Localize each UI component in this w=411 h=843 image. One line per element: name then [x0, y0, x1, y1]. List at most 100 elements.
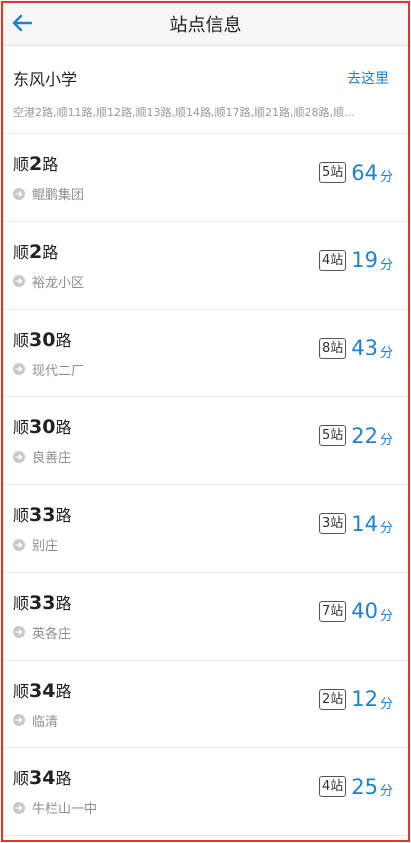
stops-badge: 2站 — [318, 688, 347, 710]
destination-label: 鲲鹏集团 — [32, 188, 85, 203]
route-destination: 英各庄 — [13, 623, 71, 642]
route-name: 顺34路 — [13, 678, 71, 702]
arrival-row[interactable]: 顺30路 良善庄 5站 22 分 — [0, 397, 411, 485]
eta-minutes: 12 — [351, 687, 378, 711]
arrival-row[interactable]: 顺33路 英各庄 7站 40 分 — [0, 572, 411, 661]
route-prefix: 顺 — [13, 769, 30, 789]
route-suffix: 路 — [55, 593, 72, 613]
stop-name: 东风小学 — [13, 70, 78, 89]
route-prefix: 顺 — [13, 330, 30, 350]
arrival-list: 顺2路 鲲鹏集团 5站 64 分 顺2路 裕龙小区 4站 19 分 顺30路 现… — [0, 134, 411, 836]
route-number: 33 — [29, 591, 56, 614]
stops-badge: 7站 — [318, 600, 347, 622]
stops-badge: 4站 — [318, 776, 347, 798]
arrival-row[interactable]: 顺34路 临清 2站 12 分 — [0, 660, 411, 749]
route-name: 顺33路 — [13, 590, 71, 614]
eta: 4站 25 分 — [318, 774, 393, 800]
eta: 5站 64 分 — [318, 160, 393, 185]
route-number: 34 — [29, 679, 56, 702]
route-name: 顺30路 — [13, 327, 71, 351]
direction-arrow-icon — [13, 450, 25, 463]
route-suffix: 路 — [42, 155, 59, 174]
route-destination: 良善庄 — [13, 447, 71, 466]
arrival-row[interactable]: 顺2路 鲲鹏集团 5站 64 分 — [0, 134, 411, 222]
eta-minutes: 14 — [351, 511, 378, 536]
destination-label: 临清 — [32, 714, 59, 730]
eta: 4站 19 分 — [318, 248, 393, 273]
destination-label: 牛栏山一中 — [32, 802, 98, 818]
eta-minutes: 43 — [351, 336, 378, 360]
stops-badge: 5站 — [318, 162, 347, 183]
route-destination: 别庄 — [13, 535, 58, 554]
route-name: 顺33路 — [13, 502, 71, 526]
stops-badge: 8站 — [318, 337, 347, 359]
eta-unit: 分 — [379, 170, 393, 185]
route-number: 34 — [29, 767, 56, 790]
stops-badge: 4站 — [318, 249, 347, 271]
routes-summary: 空港2路,顺11路,顺12路,顺13路,顺14路,顺17路,顺21路,顺28路,… — [13, 106, 355, 119]
route-prefix: 顺 — [13, 593, 30, 613]
eta: 7站 40 分 — [318, 599, 393, 624]
route-destination: 牛栏山一中 — [13, 798, 97, 817]
eta-minutes: 22 — [351, 423, 378, 448]
eta-unit: 分 — [379, 784, 393, 800]
arrival-row[interactable]: 顺34路 牛栏山一中 4站 25 分 — [0, 748, 411, 836]
route-destination: 临清 — [13, 711, 58, 730]
direction-arrow-icon — [13, 801, 25, 814]
eta: 8站 43 分 — [318, 336, 393, 361]
eta: 2站 12 分 — [318, 687, 393, 712]
route-name: 顺2路 — [13, 151, 58, 175]
eta-unit: 分 — [379, 433, 393, 449]
route-destination: 现代二厂 — [13, 360, 84, 379]
route-number: 2 — [29, 240, 43, 263]
go-here-button[interactable]: 去这里 — [347, 68, 389, 88]
page-title: 站点信息 — [169, 15, 242, 36]
arrival-row[interactable]: 顺33路 别庄 3站 14 分 — [0, 485, 411, 573]
route-suffix: 路 — [55, 681, 72, 701]
route-suffix: 路 — [55, 506, 72, 525]
route-destination: 鲲鹏集团 — [13, 184, 84, 203]
direction-arrow-icon — [13, 714, 25, 726]
eta: 3站 14 分 — [318, 511, 393, 536]
route-prefix: 顺 — [13, 242, 30, 262]
arrival-row[interactable]: 顺2路 裕龙小区 4站 19 分 — [0, 221, 411, 310]
route-number: 33 — [29, 504, 56, 526]
direction-arrow-icon — [13, 187, 25, 200]
route-suffix: 路 — [55, 769, 72, 789]
destination-label: 别庄 — [32, 539, 59, 554]
route-name: 顺2路 — [13, 239, 58, 263]
top-bar: 站点信息 — [0, 0, 411, 46]
route-number: 2 — [29, 153, 43, 175]
direction-arrow-icon — [13, 275, 25, 288]
destination-label: 英各庄 — [32, 626, 72, 642]
eta-minutes: 25 — [351, 774, 378, 799]
eta-unit: 分 — [379, 521, 393, 536]
arrival-row[interactable]: 顺30路 现代二厂 8站 43 分 — [0, 309, 411, 398]
route-name: 顺34路 — [13, 765, 71, 789]
destination-label: 裕龙小区 — [32, 275, 85, 291]
eta-minutes: 19 — [351, 248, 378, 273]
eta-unit: 分 — [379, 696, 393, 712]
eta-unit: 分 — [379, 257, 393, 273]
route-number: 30 — [29, 328, 56, 351]
destination-label: 良善庄 — [32, 451, 72, 467]
route-prefix: 顺 — [13, 506, 30, 525]
eta-minutes: 64 — [351, 160, 378, 185]
route-suffix: 路 — [55, 418, 72, 438]
route-prefix: 顺 — [13, 418, 30, 438]
eta-minutes: 40 — [351, 599, 378, 624]
direction-arrow-icon — [13, 538, 25, 551]
route-suffix: 路 — [42, 242, 59, 262]
route-name: 顺30路 — [13, 414, 71, 438]
direction-arrow-icon — [13, 626, 25, 639]
eta: 5站 22 分 — [318, 423, 393, 449]
destination-label: 现代二厂 — [32, 363, 85, 379]
route-prefix: 顺 — [13, 155, 30, 174]
stops-badge: 5站 — [318, 425, 347, 447]
route-destination: 裕龙小区 — [13, 272, 84, 291]
eta-unit: 分 — [379, 345, 393, 361]
stops-badge: 3站 — [318, 513, 347, 534]
direction-arrow-icon — [13, 363, 25, 375]
route-prefix: 顺 — [13, 681, 30, 701]
route-suffix: 路 — [55, 330, 72, 350]
